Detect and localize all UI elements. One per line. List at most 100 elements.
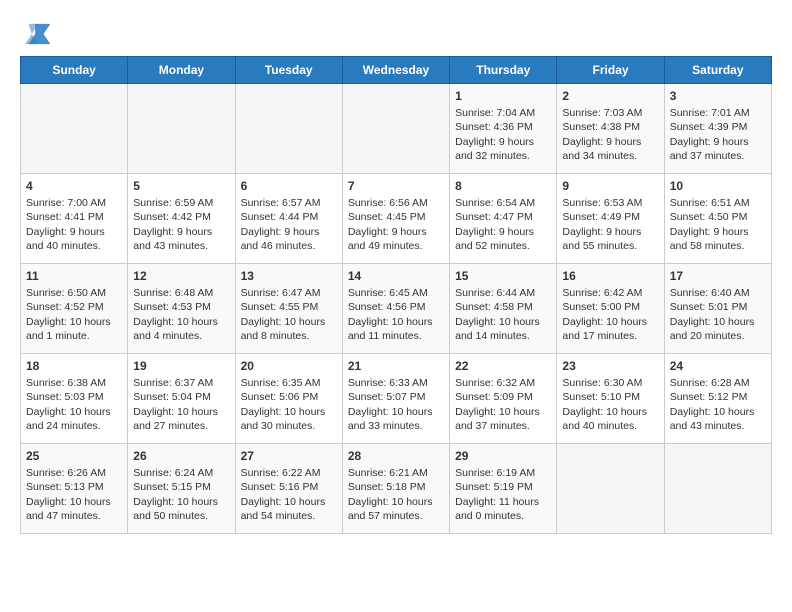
header-day-monday: Monday: [128, 57, 235, 84]
day-number: 4: [26, 178, 122, 194]
calendar-cell: 2Sunrise: 7:03 AMSunset: 4:38 PMDaylight…: [557, 84, 664, 174]
calendar-cell: 10Sunrise: 6:51 AMSunset: 4:50 PMDayligh…: [664, 174, 771, 264]
day-info: Daylight: 10 hours: [455, 315, 551, 329]
day-info: Daylight: 10 hours: [241, 405, 337, 419]
calendar-table: SundayMondayTuesdayWednesdayThursdayFrid…: [20, 56, 772, 534]
day-info: Daylight: 10 hours: [562, 405, 658, 419]
calendar-cell: [128, 84, 235, 174]
day-info: Sunset: 5:06 PM: [241, 390, 337, 404]
day-info: Sunrise: 7:00 AM: [26, 196, 122, 210]
day-info: Sunset: 5:12 PM: [670, 390, 766, 404]
day-info: Sunrise: 6:21 AM: [348, 466, 444, 480]
day-number: 23: [562, 358, 658, 374]
day-info: Sunset: 4:42 PM: [133, 210, 229, 224]
day-info: Daylight: 9 hours: [133, 225, 229, 239]
day-number: 6: [241, 178, 337, 194]
day-info: Sunrise: 6:47 AM: [241, 286, 337, 300]
calendar-cell: 15Sunrise: 6:44 AMSunset: 4:58 PMDayligh…: [450, 264, 557, 354]
header-day-tuesday: Tuesday: [235, 57, 342, 84]
calendar-week-1: 1Sunrise: 7:04 AMSunset: 4:36 PMDaylight…: [21, 84, 772, 174]
day-number: 28: [348, 448, 444, 464]
day-number: 13: [241, 268, 337, 284]
day-info: Daylight: 10 hours: [133, 405, 229, 419]
day-info: and 43 minutes.: [670, 419, 766, 433]
day-info: Daylight: 11 hours: [455, 495, 551, 509]
day-info: and 24 minutes.: [26, 419, 122, 433]
page-header: [20, 20, 772, 48]
day-number: 8: [455, 178, 551, 194]
header-day-sunday: Sunday: [21, 57, 128, 84]
day-info: Sunrise: 7:04 AM: [455, 106, 551, 120]
day-info: Sunset: 4:53 PM: [133, 300, 229, 314]
day-info: Sunrise: 6:24 AM: [133, 466, 229, 480]
calendar-cell: 13 Sunrise: 6:47 AMSunset: 4:55 PMDayligh…: [235, 264, 342, 354]
day-info: Daylight: 9 hours: [455, 225, 551, 239]
day-info: Daylight: 9 hours: [455, 135, 551, 149]
day-info: and 1 minute.: [26, 329, 122, 343]
day-info: Sunrise: 6:50 AM: [26, 286, 122, 300]
day-info: Sunset: 5:04 PM: [133, 390, 229, 404]
day-info: Daylight: 10 hours: [133, 495, 229, 509]
calendar-cell: 11Sunrise: 6:50 AMSunset: 4:52 PMDayligh…: [21, 264, 128, 354]
header-day-wednesday: Wednesday: [342, 57, 449, 84]
day-info: Sunset: 4:36 PM: [455, 120, 551, 134]
day-info: and 52 minutes.: [455, 239, 551, 253]
day-number: 26: [133, 448, 229, 464]
day-info: Sunrise: 6:22 AM: [241, 466, 337, 480]
day-info: Daylight: 10 hours: [670, 315, 766, 329]
day-info: Daylight: 10 hours: [26, 495, 122, 509]
day-number: 18: [26, 358, 122, 374]
calendar-cell: [664, 444, 771, 534]
day-info: Sunrise: 6:32 AM: [455, 376, 551, 390]
day-info: Daylight: 10 hours: [241, 315, 337, 329]
day-info: Sunset: 5:13 PM: [26, 480, 122, 494]
day-info: and 8 minutes.: [241, 329, 337, 343]
day-info: Sunrise: 6:35 AM: [241, 376, 337, 390]
day-number: 16: [562, 268, 658, 284]
day-info: and 46 minutes.: [241, 239, 337, 253]
day-number: 14: [348, 268, 444, 284]
day-info: and 55 minutes.: [562, 239, 658, 253]
calendar-cell: 18Sunrise: 6:38 AMSunset: 5:03 PMDayligh…: [21, 354, 128, 444]
day-info: and 49 minutes.: [348, 239, 444, 253]
day-info: Sunset: 4:55 PM: [241, 300, 337, 314]
day-info: Daylight: 10 hours: [348, 495, 444, 509]
calendar-header-row: SundayMondayTuesdayWednesdayThursdayFrid…: [21, 57, 772, 84]
day-number: 25: [26, 448, 122, 464]
day-info: and 4 minutes.: [133, 329, 229, 343]
calendar-cell: 3Sunrise: 7:01 AMSunset: 4:39 PMDaylight…: [664, 84, 771, 174]
calendar-cell: 28Sunrise: 6:21 AMSunset: 5:18 PMDayligh…: [342, 444, 449, 534]
day-info: and 37 minutes.: [455, 419, 551, 433]
calendar-week-3: 11Sunrise: 6:50 AMSunset: 4:52 PMDayligh…: [21, 264, 772, 354]
calendar-cell: 6Sunrise: 6:57 AMSunset: 4:44 PMDaylight…: [235, 174, 342, 264]
calendar-cell: 23Sunrise: 6:30 AMSunset: 5:10 PMDayligh…: [557, 354, 664, 444]
day-info: Sunrise: 6:19 AM: [455, 466, 551, 480]
day-number: 27: [241, 448, 337, 464]
day-number: 15: [455, 268, 551, 284]
calendar-cell: 4 Sunrise: 7:00 AMSunset: 4:41 PMDaylight…: [21, 174, 128, 264]
day-info: Sunset: 5:10 PM: [562, 390, 658, 404]
day-info: and 30 minutes.: [241, 419, 337, 433]
day-number: 5: [133, 178, 229, 194]
day-info: and 34 minutes.: [562, 149, 658, 163]
day-info: Daylight: 9 hours: [670, 225, 766, 239]
day-number: 10: [670, 178, 766, 194]
calendar-cell: 24Sunrise: 6:28 AMSunset: 5:12 PMDayligh…: [664, 354, 771, 444]
day-info: Daylight: 10 hours: [670, 405, 766, 419]
day-number: 12: [133, 268, 229, 284]
day-info: Sunrise: 6:54 AM: [455, 196, 551, 210]
calendar-cell: 25Sunrise: 6:26 AMSunset: 5:13 PMDayligh…: [21, 444, 128, 534]
day-info: Sunset: 4:41 PM: [26, 210, 122, 224]
calendar-cell: 16Sunrise: 6:42 AMSunset: 5:00 PMDayligh…: [557, 264, 664, 354]
day-number: 19: [133, 358, 229, 374]
day-info: Daylight: 10 hours: [455, 405, 551, 419]
day-info: Daylight: 9 hours: [26, 225, 122, 239]
day-info: and 20 minutes.: [670, 329, 766, 343]
day-info: Sunset: 4:56 PM: [348, 300, 444, 314]
day-info: and 43 minutes.: [133, 239, 229, 253]
day-info: Sunset: 5:07 PM: [348, 390, 444, 404]
calendar-cell: 21Sunrise: 6:33 AMSunset: 5:07 PMDayligh…: [342, 354, 449, 444]
calendar-cell: 19Sunrise: 6:37 AMSunset: 5:04 PMDayligh…: [128, 354, 235, 444]
calendar-cell: 17Sunrise: 6:40 AMSunset: 5:01 PMDayligh…: [664, 264, 771, 354]
day-info: and 58 minutes.: [670, 239, 766, 253]
